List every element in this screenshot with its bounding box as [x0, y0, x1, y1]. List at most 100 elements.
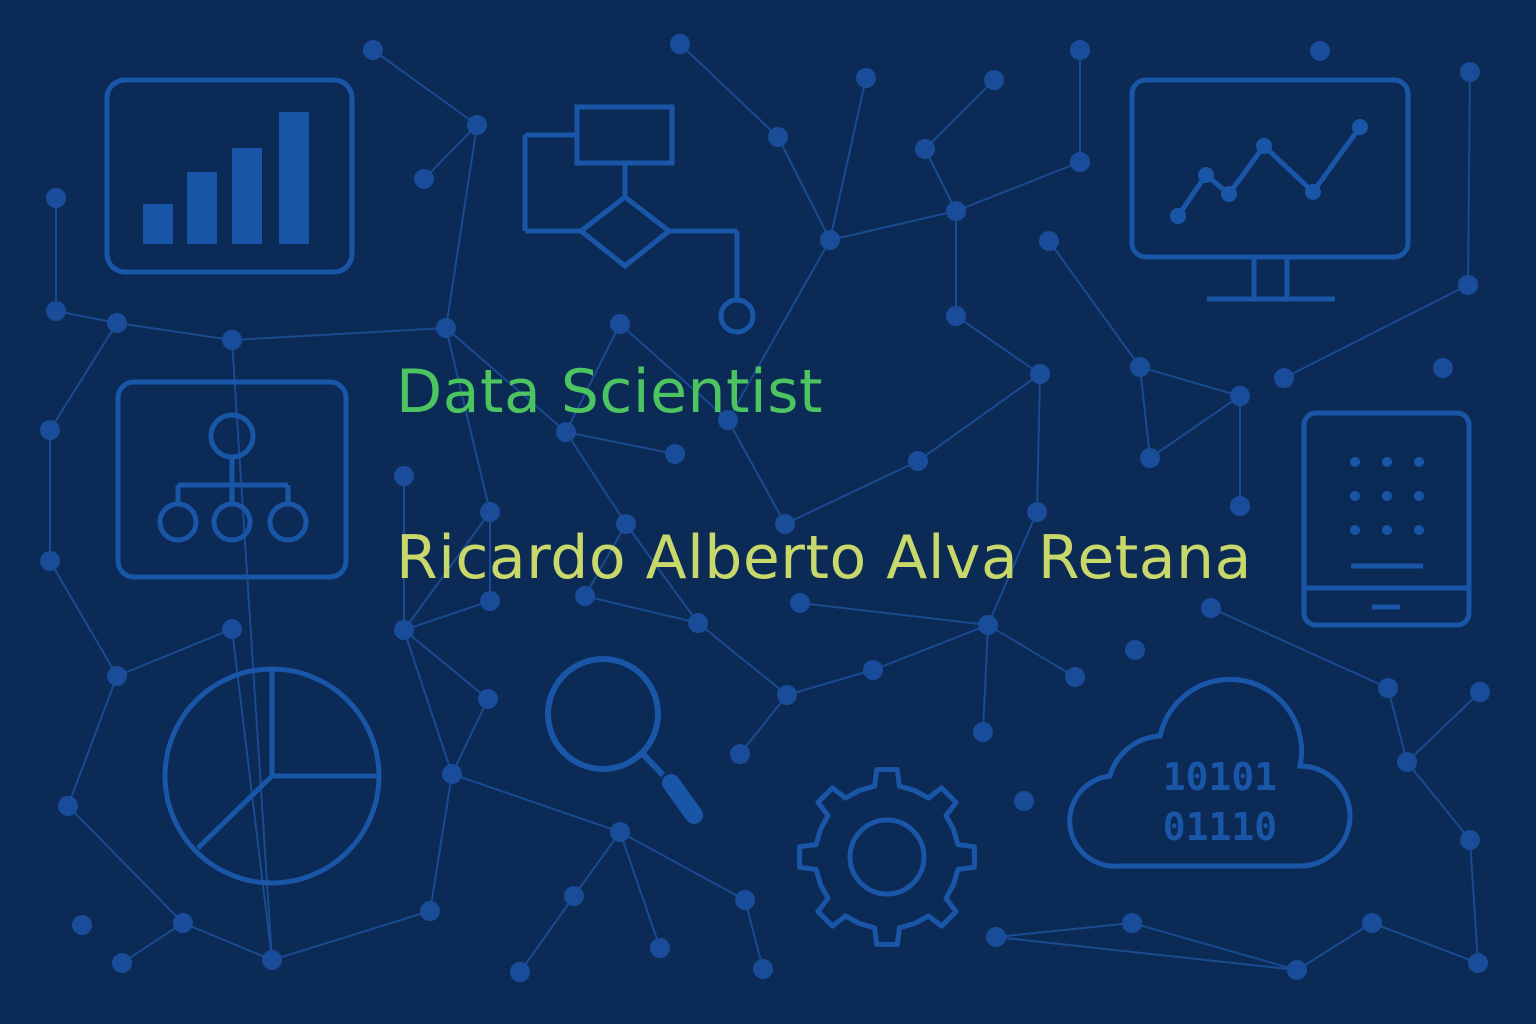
network-line: [799, 602, 989, 626]
network-line: [727, 419, 786, 525]
network-node: [610, 822, 630, 842]
network-node: [908, 451, 928, 471]
network-node: [222, 330, 242, 350]
network-line: [1406, 761, 1471, 841]
network-line: [1371, 922, 1479, 964]
network-line: [987, 624, 1076, 678]
network-line: [182, 922, 273, 961]
network-node: [915, 139, 935, 159]
network-line: [995, 922, 1133, 938]
network-node: [820, 230, 840, 250]
network-line: [565, 431, 627, 525]
network-node: [1433, 358, 1453, 378]
cloud-binary-line-1: 10101: [1163, 755, 1277, 799]
network-line: [49, 322, 118, 431]
network-node: [1014, 791, 1034, 811]
network-line: [1036, 373, 1041, 513]
magnifier-icon: [545, 656, 703, 824]
network-line: [1139, 366, 1151, 459]
network-node: [1378, 678, 1398, 698]
network-line: [829, 77, 867, 241]
network-line: [429, 773, 453, 912]
network-node: [420, 901, 440, 921]
network-line: [619, 831, 746, 901]
network-node: [262, 950, 282, 970]
network-line: [1131, 922, 1298, 971]
network-node: [1397, 752, 1417, 772]
network-node: [768, 127, 788, 147]
network-node: [1070, 152, 1090, 172]
network-line: [784, 460, 919, 525]
network-node: [1460, 62, 1480, 82]
network-line: [1149, 395, 1241, 459]
network-line: [67, 805, 184, 924]
network-background: 10101 01110: [40, 34, 1490, 982]
pie-chart-icon: [162, 666, 382, 886]
network-line: [777, 136, 831, 241]
network-node: [1122, 913, 1142, 933]
banner: 10101 01110 Data Scientist Ricardo Alber…: [0, 0, 1536, 1024]
network-node: [984, 70, 1004, 90]
network-node: [58, 796, 78, 816]
network-node: [1201, 598, 1221, 618]
network-node: [1140, 448, 1160, 468]
network-line: [924, 148, 957, 212]
network-line: [231, 327, 447, 341]
network-node: [1030, 364, 1050, 384]
network-line: [1296, 922, 1373, 971]
network-node: [1070, 40, 1090, 60]
network-node: [394, 620, 414, 640]
network-node: [946, 201, 966, 221]
cloud-binary-icon: 10101 01110: [1067, 676, 1353, 869]
network-node: [753, 959, 773, 979]
network-node: [394, 466, 414, 486]
network-line: [121, 922, 184, 964]
network-line: [451, 773, 621, 833]
network-node: [173, 913, 193, 933]
network-line: [403, 600, 491, 631]
network-line: [451, 698, 489, 775]
cloud-binary-line-2: 01110: [1163, 805, 1277, 849]
network-node: [735, 890, 755, 910]
network-node: [973, 722, 993, 742]
network-line: [271, 910, 431, 961]
network-node: [480, 591, 500, 611]
network-line: [565, 431, 676, 455]
network-node: [40, 420, 60, 440]
network-node: [72, 915, 92, 935]
network-line: [445, 124, 478, 329]
network-node: [480, 502, 500, 522]
network-node: [1470, 682, 1490, 702]
network-node: [1230, 496, 1250, 516]
network-node: [1027, 502, 1047, 522]
network-node: [564, 886, 584, 906]
monitor-line-chart-icon: [1129, 77, 1411, 302]
network-node: [730, 744, 750, 764]
network-node: [863, 660, 883, 680]
network-node: [1460, 830, 1480, 850]
bar-chart-icon: [104, 77, 355, 275]
network-line: [1387, 687, 1408, 763]
network-node: [107, 313, 127, 333]
network-line: [519, 895, 575, 973]
network-node: [478, 689, 498, 709]
tablet-icon: [1301, 410, 1472, 628]
network-line: [829, 210, 957, 241]
network-line: [739, 694, 788, 755]
network-line: [786, 669, 874, 696]
person-name: Ricardo Alberto Alva Retana: [396, 523, 1252, 593]
network-node: [414, 169, 434, 189]
network-line: [573, 831, 621, 897]
network-node: [978, 615, 998, 635]
network-node: [1039, 231, 1059, 251]
network-line: [982, 624, 989, 733]
network-node: [112, 953, 132, 973]
network-line: [1210, 607, 1389, 689]
network-node: [107, 666, 127, 686]
network-line: [1467, 71, 1471, 286]
network-node: [1274, 368, 1294, 388]
network-line: [49, 560, 118, 677]
org-chart-icon: [115, 379, 349, 580]
network-node: [510, 962, 530, 982]
network-node: [1130, 357, 1150, 377]
